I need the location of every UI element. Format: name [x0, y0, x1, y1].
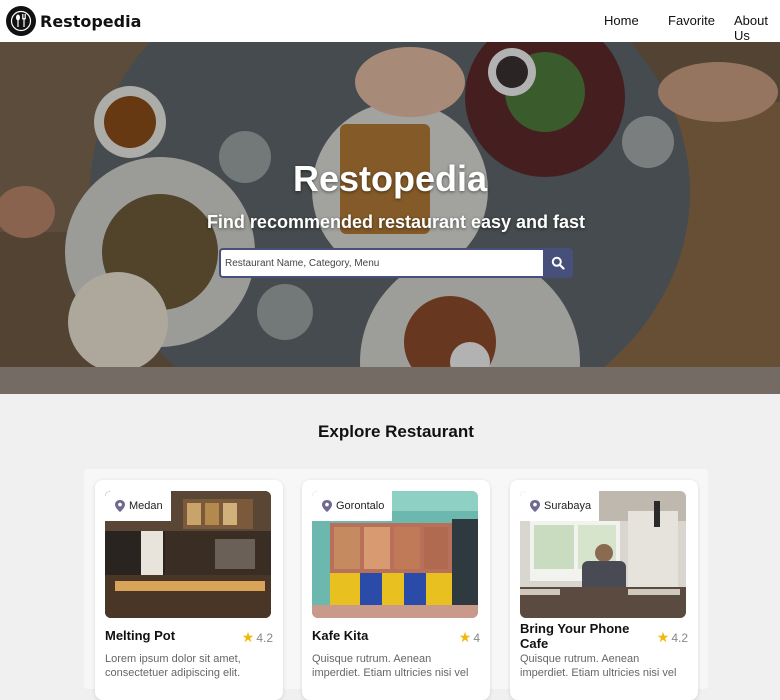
star-icon: ★ — [458, 629, 472, 645]
city-badge: Gorontalo — [312, 491, 393, 521]
nav-link-about-us[interactable]: About Us — [734, 13, 780, 43]
navbar: Restopedia Home Favorite About Us — [0, 0, 780, 43]
restaurant-description: Lorem ipsum dolor sit amet, consectetuer… — [105, 653, 241, 679]
search-bar — [219, 248, 573, 278]
nav-link-favorite[interactable]: Favorite — [668, 13, 715, 28]
hero: Restopedia Find recommended restaurant e… — [0, 42, 780, 394]
restaurant-description: Quisque rutrum. Aenean imperdiet. Etiam … — [312, 653, 469, 679]
brand-name: Restopedia — [40, 11, 142, 31]
section-title: Explore Restaurant — [318, 422, 474, 441]
city-badge: Medan — [105, 491, 171, 521]
restaurant-card[interactable]: Gorontalo Kafe Kita ★ 4 Quisque rutrum. … — [302, 480, 490, 700]
restaurant-name[interactable]: Melting Pot — [105, 628, 235, 643]
city-name: Medan — [129, 500, 163, 512]
restaurant-image: Medan — [105, 491, 271, 618]
brand[interactable]: Restopedia — [6, 6, 141, 36]
map-pin-icon — [322, 500, 332, 512]
restaurant-rating: ★ 4 — [459, 629, 480, 646]
rating-value: 4.2 — [256, 630, 273, 645]
restaurant-rating: ★ 4.2 — [242, 629, 273, 646]
search-input[interactable] — [219, 248, 543, 278]
search-button[interactable] — [543, 248, 573, 278]
city-badge: Surabaya — [520, 491, 600, 521]
restaurant-name[interactable]: Bring Your Phone Cafe — [520, 621, 650, 651]
nav-link-home[interactable]: Home — [604, 13, 639, 28]
city-name: Surabaya — [544, 500, 592, 512]
restaurant-card[interactable]: Medan Melting Pot ★ 4.2 Lorem ipsum dolo… — [95, 480, 283, 700]
restaurant-description: Quisque rutrum. Aenean imperdiet. Etiam … — [520, 653, 677, 679]
rating-value: 4.2 — [671, 630, 688, 645]
map-pin-icon — [115, 500, 125, 512]
search-icon — [551, 256, 565, 270]
hero-subtitle: Find recommended restaurant easy and fas… — [206, 212, 586, 232]
restaurant-image: Gorontalo — [312, 491, 478, 618]
star-icon: ★ — [241, 629, 255, 645]
hero-title: Restopedia — [292, 158, 488, 199]
star-icon: ★ — [656, 629, 670, 645]
city-name: Gorontalo — [336, 500, 385, 512]
restaurant-image: Surabaya — [520, 491, 686, 618]
rating-value: 4 — [473, 630, 480, 645]
map-pin-icon — [530, 500, 540, 512]
restaurant-rating: ★ 4.2 — [657, 629, 688, 646]
restaurant-name[interactable]: Kafe Kita — [312, 628, 442, 643]
fork-spoon-icon — [6, 6, 36, 36]
restaurant-card[interactable]: Surabaya Bring Your Phone Cafe ★ 4.2 Qui… — [510, 480, 698, 700]
